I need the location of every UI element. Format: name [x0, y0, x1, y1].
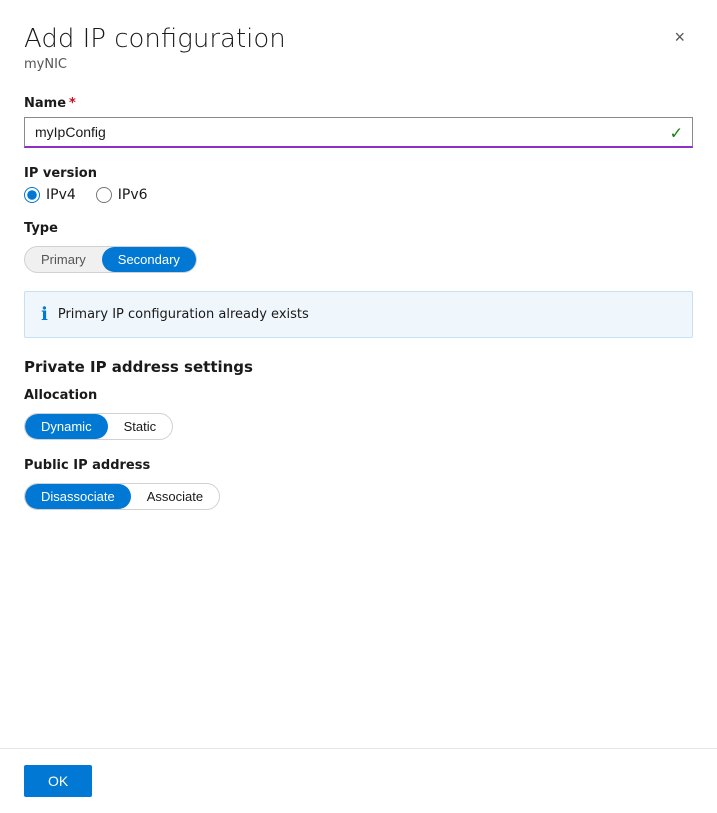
dynamic-toggle[interactable]: Dynamic	[25, 414, 108, 439]
type-toggle-group: Primary Secondary	[24, 246, 197, 273]
ip-version-field-group: IP version IPv4 IPv6	[24, 166, 693, 203]
info-icon: ℹ	[41, 304, 48, 325]
static-toggle[interactable]: Static	[108, 414, 173, 439]
ip-version-label: IP version	[24, 166, 693, 181]
allocation-label: Allocation	[24, 388, 693, 403]
public-ip-field-group: Public IP address Disassociate Associate	[24, 458, 693, 510]
public-ip-toggle-group: Disassociate Associate	[24, 483, 220, 510]
allocation-field-group: Allocation Dynamic Static	[24, 388, 693, 440]
info-banner: ℹ Primary IP configuration already exist…	[24, 291, 693, 338]
dialog-footer: OK	[0, 748, 717, 813]
associate-toggle[interactable]: Associate	[131, 484, 219, 509]
disassociate-toggle[interactable]: Disassociate	[25, 484, 131, 509]
ipv6-label: IPv6	[118, 187, 148, 203]
private-ip-section-title: Private IP address settings	[24, 358, 693, 376]
close-button[interactable]: ×	[666, 24, 693, 50]
public-ip-label: Public IP address	[24, 458, 693, 473]
required-star: *	[69, 96, 76, 111]
allocation-toggle-group: Dynamic Static	[24, 413, 173, 440]
header-text: Add IP configuration myNIC	[24, 24, 286, 72]
type-field-group: Type Primary Secondary	[24, 221, 693, 273]
info-banner-text: Primary IP configuration already exists	[58, 307, 309, 322]
dialog-body: Name * ✓ IP version IPv4 IPv6	[0, 80, 717, 748]
ipv6-radio[interactable]	[96, 187, 112, 203]
dialog-subtitle: myNIC	[24, 57, 286, 72]
name-label: Name *	[24, 96, 693, 111]
dialog-header: Add IP configuration myNIC ×	[0, 0, 717, 80]
ipv4-radio[interactable]	[24, 187, 40, 203]
ipv6-option[interactable]: IPv6	[96, 187, 148, 203]
name-input-wrapper: ✓	[24, 117, 693, 148]
ipv4-label: IPv4	[46, 187, 76, 203]
dialog-title: Add IP configuration	[24, 24, 286, 55]
ok-button[interactable]: OK	[24, 765, 92, 797]
add-ip-configuration-dialog: Add IP configuration myNIC × Name * ✓ IP…	[0, 0, 717, 813]
name-field-group: Name * ✓	[24, 96, 693, 148]
ipv4-option[interactable]: IPv4	[24, 187, 76, 203]
type-label: Type	[24, 221, 693, 236]
primary-toggle[interactable]: Primary	[25, 247, 102, 272]
secondary-toggle[interactable]: Secondary	[102, 247, 196, 272]
ip-version-radio-group: IPv4 IPv6	[24, 187, 693, 203]
check-icon: ✓	[670, 123, 683, 142]
name-input[interactable]	[24, 117, 693, 148]
